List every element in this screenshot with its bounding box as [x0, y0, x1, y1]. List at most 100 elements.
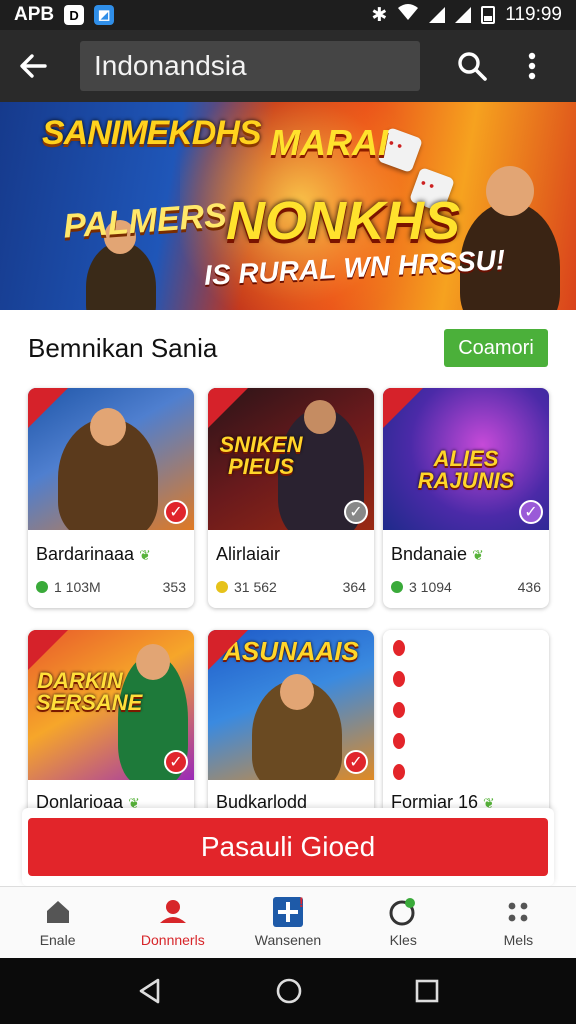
downloads-dot-icon [216, 581, 228, 593]
nav-item-home[interactable]: Enale [0, 887, 115, 958]
nav-label: Mels [503, 931, 534, 948]
red-dot-icon [393, 764, 405, 780]
game-meta: 3 1094 436 [383, 565, 549, 595]
check-icon: ✓ [344, 750, 368, 774]
nav-item-more[interactable]: Mels [461, 887, 576, 958]
game-size: 353 [162, 579, 186, 595]
banner-right-top-text: MARAI [270, 122, 388, 163]
search-input[interactable]: Indonandsia [80, 41, 420, 91]
game-thumbnail: ALIES RAJUNIS ✓ [383, 388, 549, 530]
system-nav-bar [0, 958, 576, 1024]
game-card[interactable]: ALIES RAJUNIS ✓ Bndanaie ❦ 3 1094 436 [383, 388, 549, 608]
game-title-text: Bndanaie [391, 544, 468, 564]
check-icon: ✓ [164, 750, 188, 774]
hero-face [486, 166, 534, 216]
recents-square-icon[interactable] [414, 978, 440, 1004]
more-apps-icon [503, 898, 533, 926]
notification-badge: ! [299, 893, 304, 910]
hero-face [280, 674, 314, 710]
banner-hero-left [86, 220, 156, 310]
game-card[interactable]: ✓ Bardarinaaa ❦ 1 103M 353 [28, 388, 194, 608]
game-meta: 1 103M 353 [28, 565, 194, 595]
section-title: Bemnikan Sania [28, 332, 218, 363]
hero-face [304, 400, 336, 434]
more-vert-icon [528, 52, 536, 80]
section-header: Bemnikan Sania Coamori [0, 310, 576, 386]
nav-label: Kles [389, 931, 417, 948]
game-thumbnail: DARKIN SERSANE ✓ [28, 630, 194, 780]
game-card[interactable]: SNIKEN PIEUS ✓ Alirlaiair 31 562 364 [208, 388, 374, 608]
card-ribbon [208, 388, 248, 428]
leaf-icon: ❦ [472, 547, 484, 563]
screen: APB D ◩ ✱ 119:99 Indonandsia • • • • SAN… [0, 0, 576, 1024]
red-dot-icon [393, 671, 405, 687]
check-icon: ✓ [164, 500, 188, 524]
nav-label: Enale [39, 931, 76, 948]
battery-icon [481, 6, 496, 24]
check-icon: ✓ [519, 500, 543, 524]
game-card[interactable]: DARKIN SERSANE ✓ Donlarioaa ❦ [28, 630, 194, 816]
app-notification-icon: D [64, 5, 85, 25]
downloads-dot-icon [36, 581, 48, 593]
thumbnail-hero [58, 408, 158, 530]
wifi-icon [397, 3, 419, 27]
carrier-label: APB [14, 4, 55, 25]
status-bar: APB D ◩ ✱ 119:99 [0, 0, 576, 30]
person-icon [158, 898, 188, 926]
game-size: 436 [517, 579, 541, 595]
card-ribbon [208, 630, 248, 670]
download-count: 1 103M [54, 579, 101, 595]
gamepad-icon [388, 897, 418, 926]
card-ribbon [28, 388, 68, 428]
bottom-nav: Enale Donnnerls ! Wansenen Kles Mels [0, 886, 576, 958]
game-title-text: Bardarinaaa [36, 544, 135, 564]
thumbnail-title: DARKIN SERSANE [36, 668, 143, 715]
game-thumbnail [383, 630, 549, 780]
card-ribbon [383, 388, 423, 428]
home-circle-icon[interactable] [275, 977, 303, 1005]
signal-2-icon [455, 7, 472, 23]
clock: 119:99 [505, 4, 562, 25]
game-thumbnail: ASUNAAIS ✓ [208, 630, 374, 780]
card-ribbon [28, 630, 68, 670]
back-triangle-icon[interactable] [136, 977, 164, 1005]
nav-label: Wansenen [254, 931, 322, 948]
home-icon [43, 898, 73, 926]
game-card[interactable]: ASUNAAIS ✓ Budkarlodd [208, 630, 374, 816]
red-dot-icon [393, 640, 405, 656]
search-button[interactable] [442, 30, 502, 102]
game-card[interactable]: Formiar 16 ❦ [383, 630, 549, 816]
check-icon: ✓ [344, 500, 368, 524]
app-bar: Indonandsia [0, 30, 576, 102]
banner-top-left-text: SANIMEKDHS [42, 114, 262, 152]
game-title: Bardarinaaa ❦ [28, 530, 194, 565]
thumbnail-hero [252, 674, 342, 780]
nav-item-add[interactable]: ! Wansenen [230, 887, 345, 958]
nav-item-downloads[interactable]: Donnnerls [115, 887, 230, 958]
game-thumbnail: SNIKEN PIEUS ✓ [208, 388, 374, 530]
red-dot-icon [393, 702, 405, 718]
photo-notification-icon: ◩ [94, 5, 115, 25]
nav-label: Donnnerls [140, 931, 205, 948]
red-dot-icon [393, 733, 405, 749]
bluetooth-icon: ✱ [371, 4, 388, 26]
nav-item-games[interactable]: Kles [346, 887, 461, 958]
game-meta: 31 562 364 [208, 565, 374, 595]
game-title: Bndanaie ❦ [383, 530, 549, 565]
plus-box-icon: ! [273, 894, 304, 927]
arrow-left-icon [20, 54, 47, 78]
overflow-menu-button[interactable] [502, 30, 562, 102]
downloads-dot-icon [391, 581, 403, 593]
status-left: APB D ◩ [14, 4, 115, 26]
search-icon [458, 52, 487, 81]
game-title: Alirlaiair [216, 544, 281, 564]
download-count: 3 1094 [409, 579, 452, 595]
promo-banner[interactable]: SANIMEKDHS PALMERS MARAI NONKHS IS RURAL… [0, 102, 576, 310]
cta-container: Pasauli Gioed [22, 808, 554, 886]
primary-cta-button[interactable]: Pasauli Gioed [28, 818, 548, 876]
back-button[interactable] [0, 30, 66, 102]
section-action-button[interactable]: Coamori [444, 329, 548, 367]
placeholder-dots [393, 640, 405, 780]
banner-right-main-text: NONKHS [226, 191, 461, 251]
game-thumbnail: ✓ [28, 388, 194, 530]
